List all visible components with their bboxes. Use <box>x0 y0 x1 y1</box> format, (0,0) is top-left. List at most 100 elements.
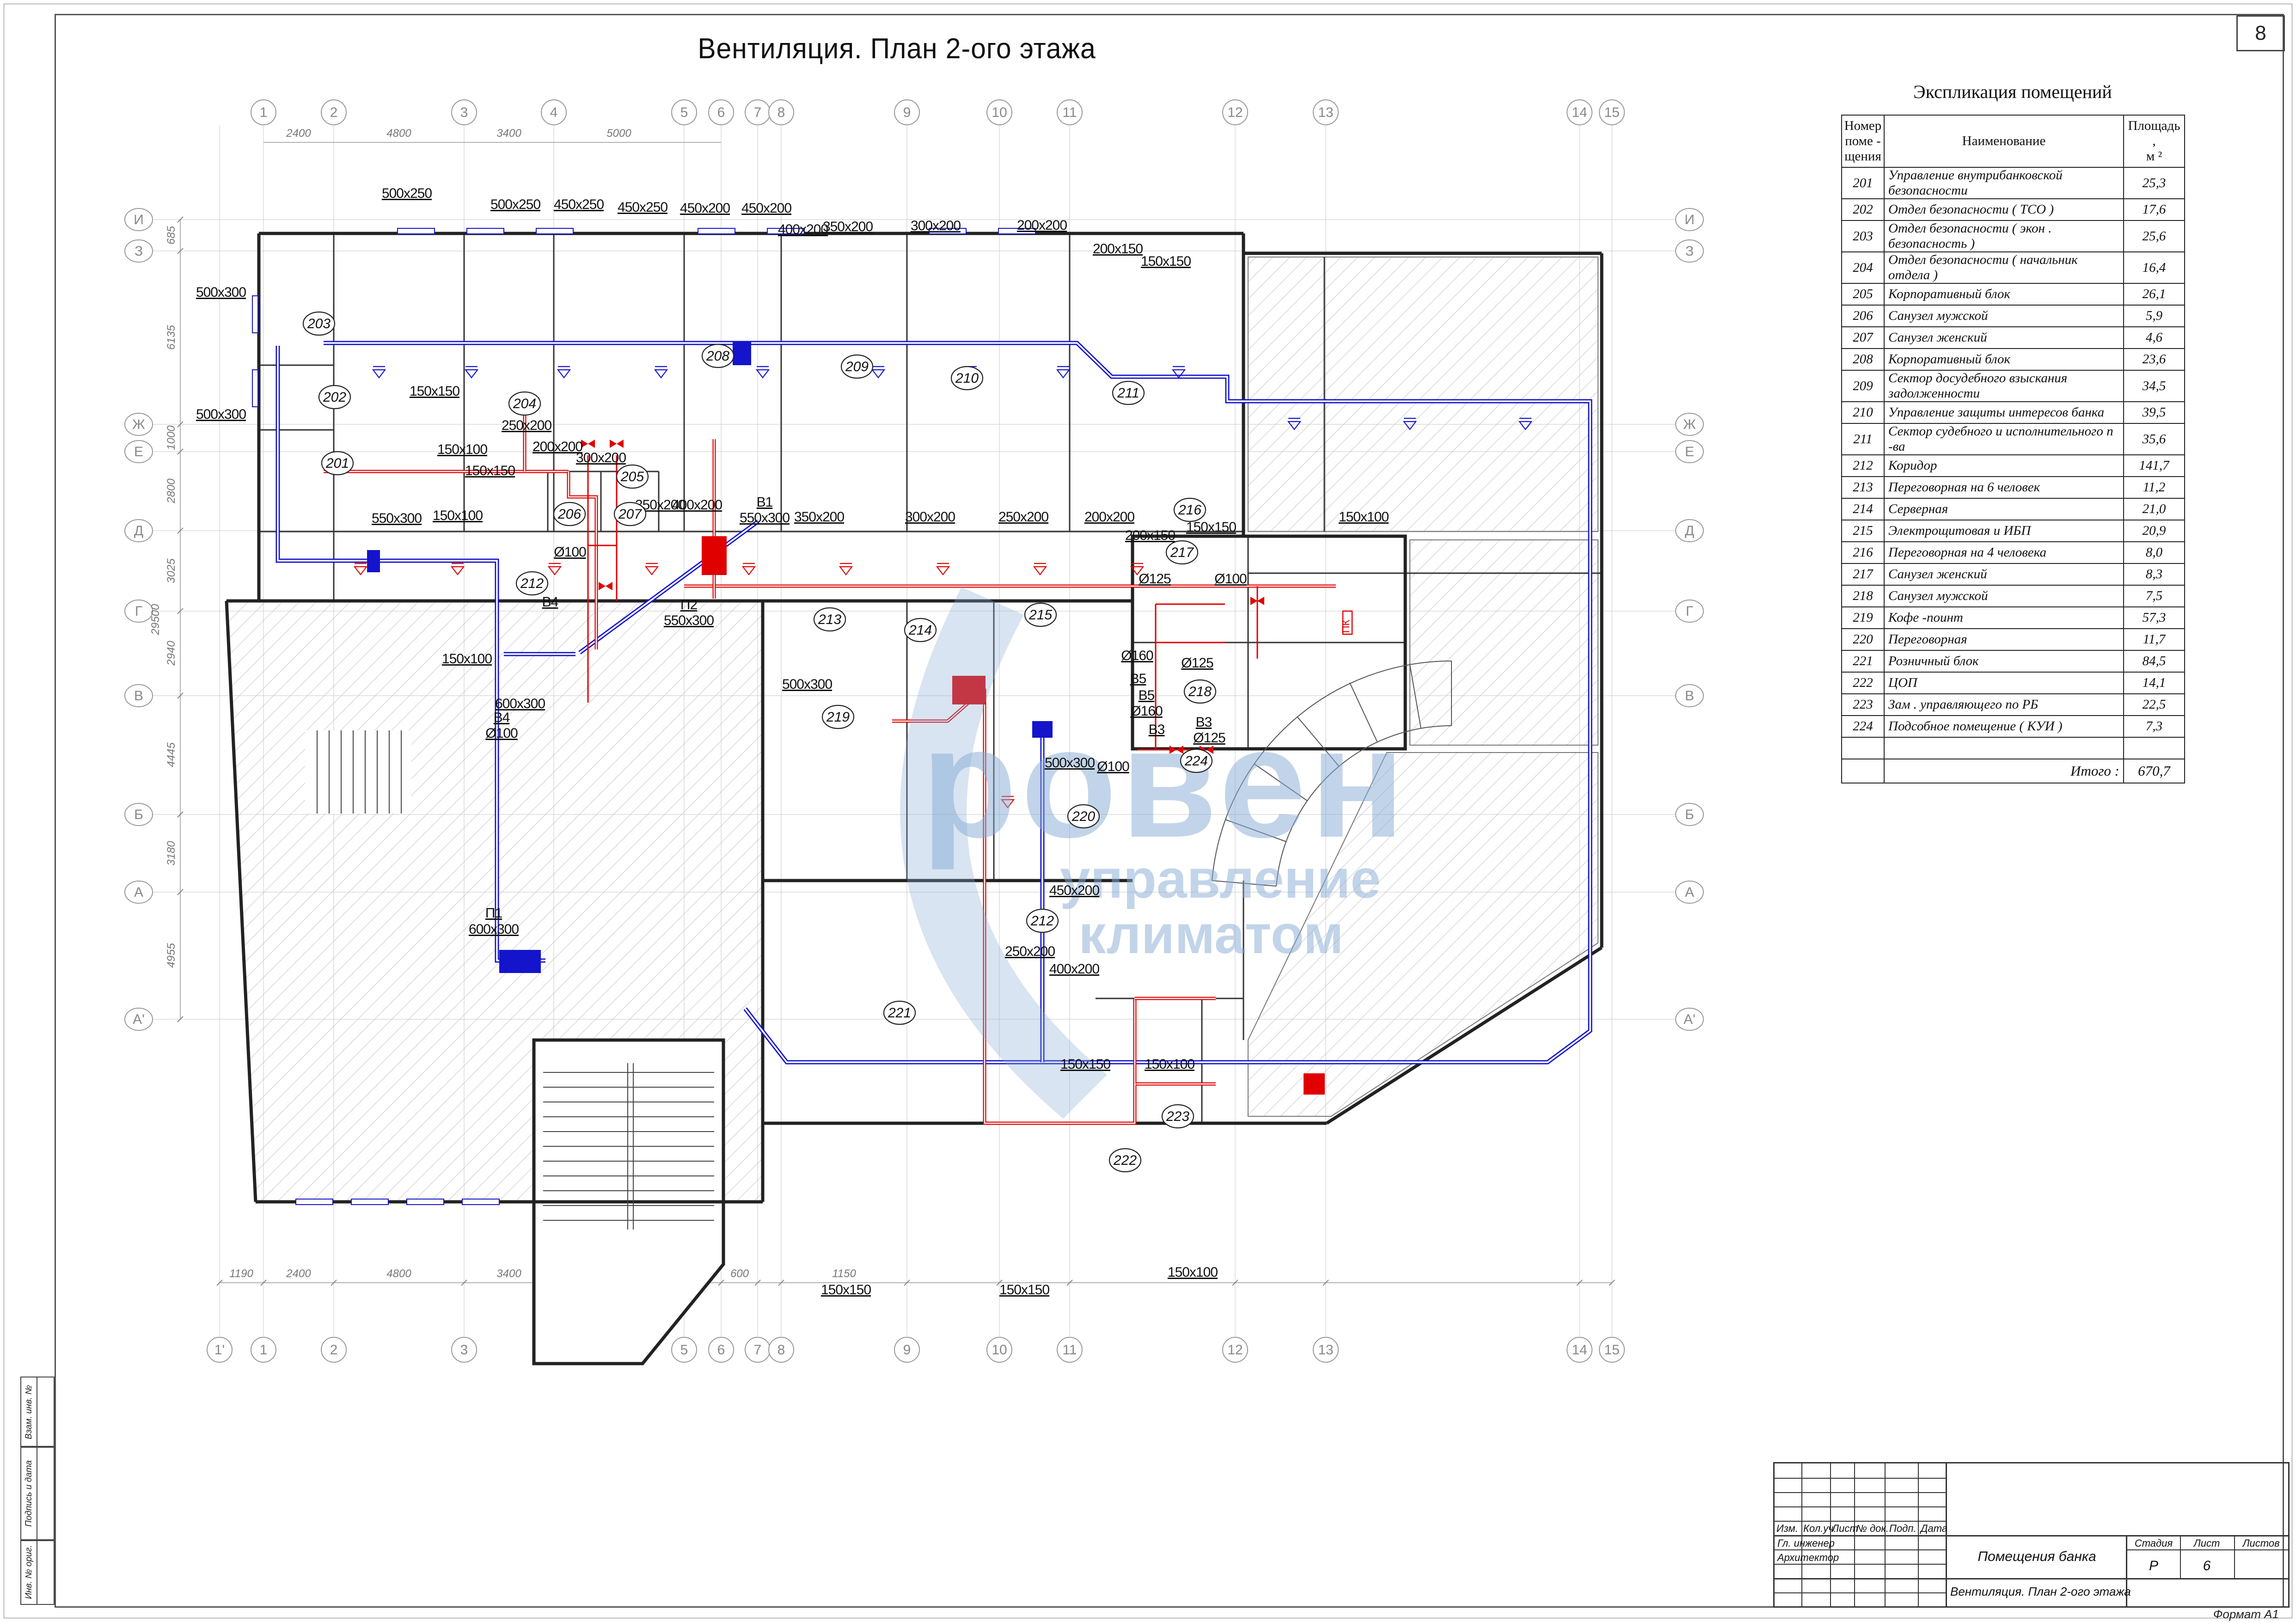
axis-label-bottom: 2 <box>330 1342 338 1358</box>
explication-cell: Отдел безопасности ( ТСО ) <box>1884 199 2124 220</box>
explication-row: 214Серверная21,0 <box>1842 498 2185 520</box>
duct-size-label: 200x200 <box>1017 218 1067 233</box>
explication-cell: 203 <box>1842 220 1884 252</box>
room-number: 210 <box>955 371 979 386</box>
axis-label-bottom: 6 <box>717 1342 725 1358</box>
window <box>252 296 258 333</box>
axis-label-left: А' <box>133 1012 145 1027</box>
axis-label-bottom: 7 <box>754 1342 762 1358</box>
tb-project: Помещения банка <box>1950 1549 2124 1565</box>
explication-row: 206Санузел мужской5,9 <box>1842 305 2185 327</box>
diffuser-icon <box>757 370 769 378</box>
explication-cell: Корпоративный блок <box>1884 349 2124 370</box>
explication-row: 213Переговорная на 6 человек11,2 <box>1842 477 2185 498</box>
explication-cell: 220 <box>1842 629 1884 650</box>
stamp-podpis: Подпись и дата <box>20 1446 55 1541</box>
duct-size-label: 200x150 <box>1125 528 1175 543</box>
explication-cell: ЦОП <box>1884 672 2124 694</box>
duct-size-label: 500x300 <box>196 407 246 422</box>
axis-label-left: Е <box>134 444 143 459</box>
room-number: 219 <box>826 710 850 725</box>
room-number: 212 <box>520 576 544 591</box>
explication-row: 220Переговорная11,7 <box>1842 629 2185 650</box>
explication-cell: 20,9 <box>2124 520 2185 542</box>
duct-size-label: 150x150 <box>999 1282 1049 1298</box>
dim-bottom: 1190 <box>229 1267 253 1280</box>
axis-label-left: И <box>134 212 144 227</box>
explication-cell: Кофе -поинт <box>1884 607 2124 629</box>
explication-row: 202Отдел безопасности ( ТСО )17,6 <box>1842 199 2185 220</box>
duct-size-label: 150x150 <box>410 384 459 399</box>
duct-size-label: 200x200 <box>1084 509 1134 525</box>
tb-col-list: Лист <box>1832 1523 1858 1535</box>
axis-label-top: 1 <box>260 105 268 120</box>
duct-size-label: Ø160 <box>1121 648 1153 663</box>
duct-size-label: 150x100 <box>1145 1057 1194 1072</box>
axis-label-bottom: 11 <box>1062 1342 1077 1358</box>
room-number: 205 <box>620 469 644 484</box>
exhaust-fan-unit <box>367 550 380 572</box>
explication-cell: Отдел безопасности ( экон . безопасность… <box>1884 220 2124 252</box>
explication-cell: 218 <box>1842 585 1884 607</box>
fire-cabinet-label: ПК <box>1340 620 1352 633</box>
axis-label-top: 3 <box>460 105 468 120</box>
col-header-number: Номерпоме -щения <box>1842 115 1884 167</box>
explication-cell: 11,2 <box>2124 477 2185 498</box>
explication-cell: 25,3 <box>2124 167 2185 199</box>
explication-row: 216Переговорная на 4 человека8,0 <box>1842 542 2185 563</box>
room-number: 220 <box>1071 809 1095 824</box>
total-value: 670,7 <box>2124 759 2185 783</box>
explication-cell: Отдел безопасности ( начальник отдела ) <box>1884 252 2124 283</box>
axis-label-bottom: 10 <box>992 1342 1007 1358</box>
dim-left: 2940 <box>165 641 178 666</box>
duct-size-label: Ø100 <box>1097 759 1129 774</box>
axis-label-top: 6 <box>717 105 725 120</box>
tb-stage-label: Стадия <box>2131 1537 2177 1549</box>
explication-cell: 7,5 <box>2124 585 2185 607</box>
tb-col-data: Дата <box>1921 1523 1947 1535</box>
diffuser-icon <box>373 370 385 378</box>
explication-cell: 202 <box>1842 199 1884 220</box>
explication-cell: Переговорная на 6 человек <box>1884 477 2124 498</box>
axis-label-top: 4 <box>550 105 558 120</box>
duct-size-label: 550x300 <box>372 511 422 526</box>
dim-bottom: 1150 <box>832 1267 856 1280</box>
title-block: Изм. Кол.уч. Лист № док. Подп. Дата Гл. … <box>1773 1462 2290 1608</box>
duct-size-label: В4 <box>494 710 510 725</box>
left-stamps: Взам. инв. № Подпись и дата Инв. № ориг. <box>20 1377 54 1604</box>
valve-icon <box>610 440 624 448</box>
explication-row: 201Управление внутрибанковской безопасно… <box>1842 167 2185 199</box>
explication-cell: 22,5 <box>2124 694 2185 716</box>
dim-left: 1000 <box>165 425 178 450</box>
dim-bottom: 600 <box>730 1267 749 1280</box>
explication-cell: 207 <box>1842 327 1884 349</box>
axis-label-top: 14 <box>1572 105 1587 120</box>
axis-label-bottom: 5 <box>680 1342 688 1358</box>
window <box>467 228 504 234</box>
tb-col-koluch: Кол.уч. <box>1803 1523 1837 1535</box>
explication-cell: Сектор досудебного взыскания задолженнос… <box>1884 370 2124 402</box>
exhaust-fan-unit <box>499 950 541 973</box>
room-number: 222 <box>1113 1153 1137 1168</box>
tb-role-architect: Архитектор <box>1777 1552 1839 1564</box>
explication-cell: 17,6 <box>2124 199 2185 220</box>
duct-size-label: В1 <box>757 495 773 510</box>
diffuser-icon <box>655 370 667 378</box>
duct-size-label: 500x300 <box>1045 755 1095 771</box>
explication-row: 217Санузел женский8,3 <box>1842 563 2185 585</box>
axis-label-left: Г <box>135 604 142 619</box>
window <box>296 1199 333 1205</box>
room-number: 213 <box>818 612 841 627</box>
window <box>698 228 735 234</box>
explication-cell: Управление внутрибанковской безопасности <box>1884 167 2124 199</box>
explication-cell: 216 <box>1842 542 1884 563</box>
explication-cell: 209 <box>1842 370 1884 402</box>
axis-label-bottom: 13 <box>1318 1342 1333 1358</box>
diffuser-icon <box>937 567 949 575</box>
diffuser-icon <box>355 567 367 575</box>
duct-size-label: 550x300 <box>664 613 714 628</box>
axis-label-bottom: 8 <box>778 1342 785 1358</box>
dim-left: 2800 <box>165 478 178 504</box>
explication-row: 203Отдел безопасности ( экон . безопасно… <box>1842 220 2185 252</box>
total-spacer <box>1842 759 1884 783</box>
